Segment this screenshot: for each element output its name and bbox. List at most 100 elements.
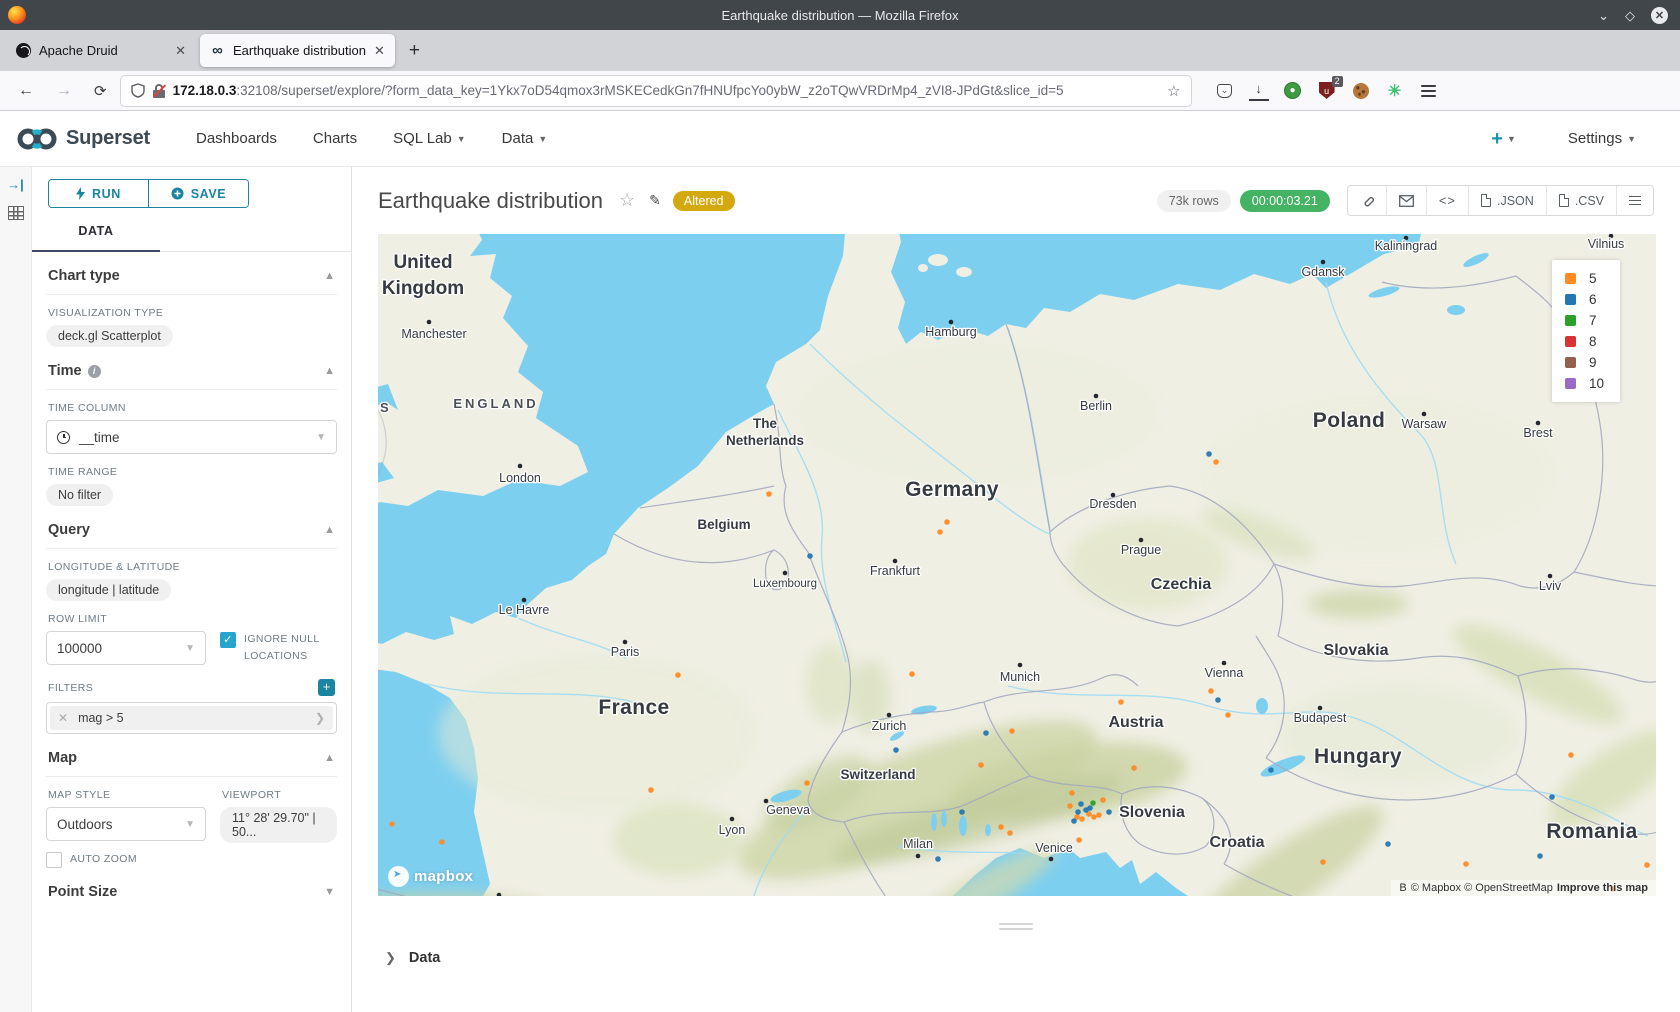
more-options-button[interactable] [1617, 186, 1653, 215]
earthquake-point[interactable] [1568, 752, 1574, 758]
tracking-protection-shield-icon[interactable] [131, 83, 145, 98]
remove-filter-icon[interactable]: ✕ [58, 711, 68, 725]
earthquake-point[interactable] [1320, 859, 1326, 865]
earthquake-point[interactable] [648, 787, 654, 793]
run-button[interactable]: RUN [49, 180, 148, 207]
insecure-lock-icon[interactable] [153, 84, 165, 98]
time-range-value[interactable]: No filter [46, 484, 113, 506]
url-bar[interactable]: 172.18.0.3:32108/superset/explore/?form_… [121, 76, 1191, 106]
earthquake-point[interactable] [1009, 728, 1015, 734]
favorite-star-icon[interactable]: ☆ [619, 190, 635, 211]
earthquake-point[interactable] [1644, 862, 1650, 868]
export-csv-button[interactable]: .CSV [1547, 186, 1617, 215]
earthquake-point[interactable] [1071, 818, 1077, 824]
window-maximize-button[interactable]: ◇ [1625, 9, 1635, 22]
new-item-button[interactable]: + ▼ [1491, 129, 1516, 149]
earthquake-point[interactable] [1463, 861, 1469, 867]
filter-item[interactable]: ✕ mag > 5 ❯ [46, 702, 337, 734]
earthquake-point[interactable] [389, 821, 395, 827]
map-style-select[interactable]: Outdoors ▼ [46, 807, 206, 841]
earthquake-point[interactable] [1079, 816, 1085, 822]
ublock-icon[interactable]: u 2 [1317, 81, 1337, 101]
tab-close-icon[interactable]: ✕ [374, 43, 385, 59]
section-header-point-size[interactable]: Point Size ▼ [46, 868, 337, 910]
downloads-icon[interactable]: ↓ [1249, 81, 1269, 101]
section-header-time[interactable]: Time i ▲ [46, 347, 337, 390]
earthquake-point[interactable] [1078, 801, 1084, 807]
nav-item-data[interactable]: Data▼ [484, 130, 566, 147]
nav-item-dashboards[interactable]: Dashboards [178, 130, 295, 147]
improve-map-link[interactable]: Improve this map [1557, 882, 1648, 894]
extension-green-icon[interactable]: ● [1283, 81, 1303, 101]
earthquake-point[interactable] [1067, 803, 1073, 809]
auto-zoom-checkbox[interactable] [46, 852, 62, 868]
datasource-grid-icon[interactable] [8, 206, 24, 220]
edit-properties-icon[interactable]: ✎ [649, 192, 661, 209]
section-header-chart-type[interactable]: Chart type ▲ [46, 252, 337, 295]
tab-data[interactable]: DATA [32, 224, 160, 238]
embed-code-button[interactable]: <> [1427, 186, 1469, 215]
earthquake-point[interactable] [1069, 790, 1075, 796]
section-header-query[interactable]: Query ▲ [46, 506, 337, 549]
earthquake-point[interactable] [893, 747, 899, 753]
earthquake-point[interactable] [1087, 805, 1093, 811]
earthquake-point[interactable] [937, 529, 943, 535]
cookie-extension-icon[interactable] [1351, 81, 1371, 101]
earthquake-point[interactable] [675, 672, 681, 678]
reload-button[interactable]: ⟳ [86, 82, 115, 100]
legend-item[interactable]: 8 [1565, 334, 1604, 349]
lonlat-value[interactable]: longitude | latitude [46, 579, 171, 601]
section-header-map[interactable]: Map ▲ [46, 734, 337, 777]
earthquake-point[interactable] [1385, 841, 1391, 847]
sparkle-extension-icon[interactable]: ✳ [1385, 81, 1405, 101]
new-tab-button[interactable]: + [399, 40, 430, 62]
earthquake-point[interactable] [804, 780, 810, 786]
tab-close-icon[interactable]: ✕ [175, 43, 186, 59]
nav-item-sql-lab[interactable]: SQL Lab▼ [375, 130, 484, 147]
mapbox-logo[interactable]: mapbox [388, 866, 473, 887]
earthquake-point[interactable] [944, 519, 950, 525]
earthquake-point[interactable] [766, 491, 772, 497]
earthquake-point[interactable] [1090, 800, 1096, 806]
earthquake-point[interactable] [1091, 814, 1097, 820]
earthquake-point[interactable] [1537, 853, 1543, 859]
earthquake-point[interactable] [1096, 812, 1102, 818]
back-button[interactable]: ← [10, 82, 42, 100]
earthquake-point[interactable] [807, 553, 813, 559]
viewport-value[interactable]: 11° 28' 29.70" | 50... [220, 807, 337, 843]
ignore-null-checkbox[interactable]: ✓ [220, 632, 236, 648]
panel-resize-handle[interactable] [352, 923, 1680, 930]
earthquake-point[interactable] [1100, 797, 1106, 803]
superset-logo[interactable]: Superset [16, 126, 150, 152]
legend-item[interactable]: 10 [1565, 376, 1604, 391]
row-limit-select[interactable]: 100000 ▼ [46, 631, 206, 665]
earthquake-point[interactable] [1549, 794, 1555, 800]
earthquake-point[interactable] [1075, 809, 1081, 815]
earthquake-point[interactable] [1131, 765, 1137, 771]
legend-item[interactable]: 9 [1565, 355, 1604, 370]
earthquake-point[interactable] [1215, 697, 1221, 703]
deckgl-scatter-map[interactable]: UnitedKingdomManchesterENGLANDESLondonLe… [378, 234, 1656, 896]
earthquake-point[interactable] [1206, 451, 1212, 457]
legend-item[interactable]: 5 [1565, 271, 1604, 286]
earthquake-point[interactable] [983, 730, 989, 736]
url-text[interactable]: 172.18.0.3:32108/superset/explore/?form_… [173, 83, 1160, 98]
export-json-button[interactable]: .JSON [1469, 186, 1547, 215]
viz-type-value[interactable]: deck.gl Scatterplot [46, 325, 173, 347]
data-panel-toggle[interactable]: ❯ Data [385, 950, 440, 966]
earthquake-point[interactable] [439, 839, 445, 845]
email-button[interactable] [1387, 186, 1427, 215]
earthquake-point[interactable] [1118, 699, 1124, 705]
earthquake-point[interactable] [1106, 809, 1112, 815]
menu-hamburger-icon[interactable] [1419, 81, 1439, 101]
browser-tab-apache-druid[interactable]: Apache Druid ✕ [6, 34, 196, 67]
browser-tab-earthquake-distribution[interactable]: ∞ Earthquake distribution ✕ [200, 34, 395, 67]
window-close-button[interactable]: ✕ [1651, 7, 1668, 24]
copy-link-button[interactable] [1348, 186, 1387, 215]
expand-datasource-panel-icon[interactable]: →| [7, 177, 24, 192]
map-attribution[interactable]: B © Mapbox © OpenStreetMap Improve this … [1391, 880, 1656, 896]
time-column-select[interactable]: __time ▼ [46, 420, 337, 454]
chevron-right-icon[interactable]: ❯ [315, 711, 325, 725]
nav-item-charts[interactable]: Charts [295, 130, 375, 147]
earthquake-point[interactable] [1076, 837, 1082, 843]
